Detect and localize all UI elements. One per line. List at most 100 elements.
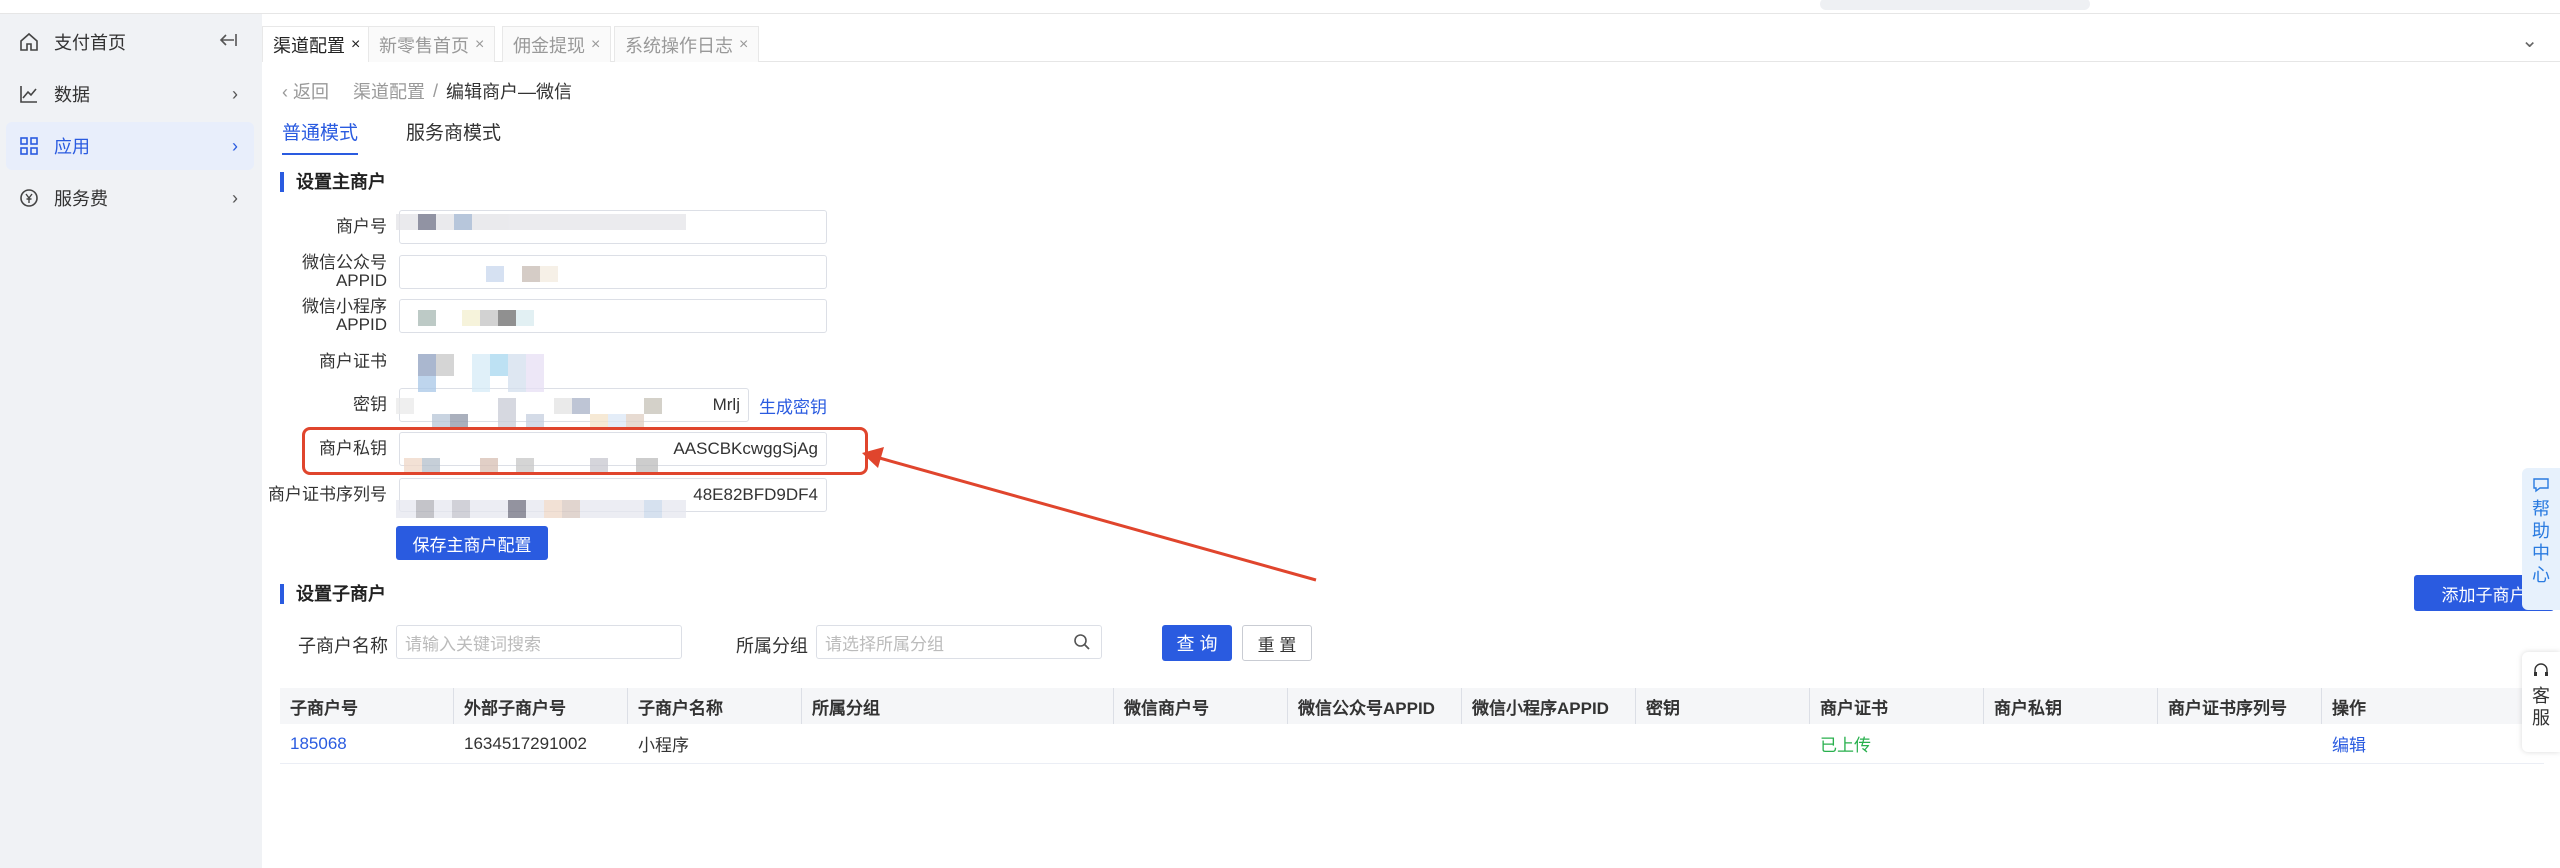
chevron-right-icon: › — [232, 84, 238, 104]
table-cell — [1462, 724, 1636, 763]
breadcrumb-separator: / — [433, 80, 439, 101]
sidebar-item-label: 应用 — [54, 137, 90, 157]
table-cell — [1114, 724, 1288, 763]
close-icon[interactable]: × — [739, 36, 748, 54]
table-cell — [802, 724, 1114, 763]
close-icon[interactable]: × — [475, 36, 484, 54]
service-char: 客 — [2532, 686, 2550, 706]
field-label: 商户号 — [336, 217, 387, 236]
yen-circle-icon — [18, 187, 40, 209]
close-icon[interactable]: × — [351, 36, 360, 54]
main-merchant-title: 设置主商户 — [280, 172, 386, 192]
column-header: 商户证书序列号 — [2158, 688, 2322, 724]
sub-merchant-title: 设置子商户 — [280, 584, 386, 604]
customer-service-button[interactable]: 客 服 — [2522, 652, 2560, 752]
field-label: 商户证书 — [319, 352, 387, 371]
column-header: 微信公众号APPID — [1288, 688, 1462, 724]
tab-system-log[interactable]: 系统操作日志 × — [614, 26, 760, 62]
sidebar-item-data[interactable]: 数据 › — [6, 70, 254, 118]
grid-icon — [18, 135, 40, 157]
generate-key-link[interactable]: 生成密钥 — [759, 393, 827, 418]
chevron-right-icon: › — [232, 136, 238, 156]
group-label: 所属分组 — [736, 636, 808, 656]
redaction-mosaic — [396, 214, 686, 518]
chevron-down-icon[interactable]: ⌄ — [2521, 28, 2538, 53]
chevron-right-icon: › — [232, 188, 238, 208]
breadcrumb-current: 编辑商户—微信 — [446, 82, 573, 102]
sidebar-item-label: 数据 — [54, 85, 90, 105]
table-header: 子商户号 外部子商户号 子商户名称 所属分组 微信商户号 微信公众号APPID … — [280, 688, 2544, 724]
top-search-bar[interactable] — [1820, 0, 2090, 10]
help-center-button[interactable]: 帮 助 中 心 — [2522, 468, 2560, 610]
column-header: 外部子商户号 — [454, 688, 628, 724]
placeholder-text: 请选择所属分组 — [825, 634, 944, 654]
table-cell — [2158, 724, 2322, 763]
sub-merchant-name-label: 子商户名称 — [298, 636, 388, 656]
table-cell: 小程序 — [638, 736, 689, 755]
sidebar-item-label: 服务费 — [54, 189, 108, 209]
close-icon[interactable]: × — [591, 36, 600, 54]
column-header: 密钥 — [1636, 688, 1810, 724]
tab-new-retail-home[interactable]: 新零售首页 × — [368, 26, 496, 62]
tab-provider-mode[interactable]: 服务商模式 — [406, 118, 501, 155]
reset-button[interactable]: 重 置 — [1242, 625, 1312, 661]
sub-merchant-name-input[interactable]: 请输入关键词搜索 — [396, 625, 682, 659]
column-header: 子商户名称 — [628, 688, 802, 724]
back-link[interactable]: ‹ 返回 — [282, 78, 329, 104]
field-label: 微信公众号APPID — [302, 253, 387, 290]
table-row: 185068 1634517291002 小程序 已上传 编辑 — [280, 724, 2544, 764]
placeholder-text: 请输入关键词搜索 — [405, 634, 541, 654]
column-header: 操作 — [2332, 698, 2366, 718]
column-header: 所属分组 — [802, 688, 1114, 724]
help-char: 心 — [2532, 565, 2550, 585]
sub-merchant-table: 子商户号 外部子商户号 子商户名称 所属分组 微信商户号 微信公众号APPID … — [280, 688, 2544, 764]
sidebar-item-label: 支付首页 — [54, 33, 126, 53]
tab-label: 佣金提现 — [513, 35, 585, 56]
column-header: 微信商户号 — [1114, 688, 1288, 724]
home-icon — [18, 31, 40, 53]
highlight-box — [302, 427, 868, 475]
annotation-arrow — [862, 447, 1317, 582]
top-navbar — [0, 0, 2560, 14]
save-main-merchant-button[interactable]: 保存主商户配置 — [396, 526, 548, 560]
column-header: 子商户号 — [280, 688, 454, 724]
field-label: 商户证书序列号 — [268, 485, 387, 504]
tab-label: 渠道配置 — [273, 35, 345, 56]
field-label: 密钥 — [353, 395, 387, 414]
column-header: 商户证书 — [1810, 688, 1984, 724]
query-button[interactable]: 查 询 — [1162, 625, 1232, 661]
chart-line-icon — [18, 83, 40, 105]
tab-commission-withdraw[interactable]: 佣金提现 × — [502, 26, 612, 62]
help-char: 中 — [2532, 543, 2550, 563]
collapse-icon[interactable] — [218, 32, 238, 53]
sidebar-item-service-fee[interactable]: 服务费 › — [6, 174, 254, 222]
table-cell — [1636, 724, 1810, 763]
edit-link[interactable]: 编辑 — [2322, 724, 2474, 763]
tab-label: 系统操作日志 — [625, 35, 733, 56]
cert-status: 已上传 — [1820, 736, 1871, 755]
tab-label: 新零售首页 — [379, 35, 469, 56]
tab-normal-mode[interactable]: 普通模式 — [282, 118, 359, 155]
headset-icon — [2532, 662, 2550, 685]
tab-strip: 渠道配置 × 新零售首页 × 佣金提现 × 系统操作日志 × ⌄ — [262, 14, 2560, 62]
column-header: 商户私钥 — [1984, 688, 2158, 724]
table-cell — [1984, 724, 2158, 763]
breadcrumb-parent[interactable]: 渠道配置 — [353, 78, 425, 104]
field-label: 微信小程序APPID — [302, 297, 387, 334]
chat-icon — [2532, 476, 2550, 498]
service-char: 服 — [2532, 708, 2550, 728]
tab-channel-config[interactable]: 渠道配置 × — [262, 26, 372, 62]
sub-merchant-no-link[interactable]: 185068 — [280, 724, 454, 763]
breadcrumb: ‹ 返回 渠道配置 / 编辑商户—微信 — [282, 78, 572, 104]
group-select[interactable]: 请选择所属分组 — [816, 625, 1102, 659]
table-cell: 1634517291002 — [464, 733, 587, 753]
sidebar-item-apps[interactable]: 应用 › — [6, 122, 254, 170]
table-cell — [1288, 724, 1462, 763]
column-header: 微信小程序APPID — [1462, 688, 1636, 724]
search-icon — [1073, 633, 1091, 656]
help-char: 助 — [2532, 521, 2550, 541]
sidebar-item-pay-home[interactable]: 支付首页 — [6, 18, 254, 66]
help-char: 帮 — [2532, 499, 2550, 519]
sidebar: 支付首页 数据 › 应用 › 服务费 › — [0, 14, 262, 868]
mode-tabs: 普通模式 服务商模式 — [282, 118, 549, 155]
